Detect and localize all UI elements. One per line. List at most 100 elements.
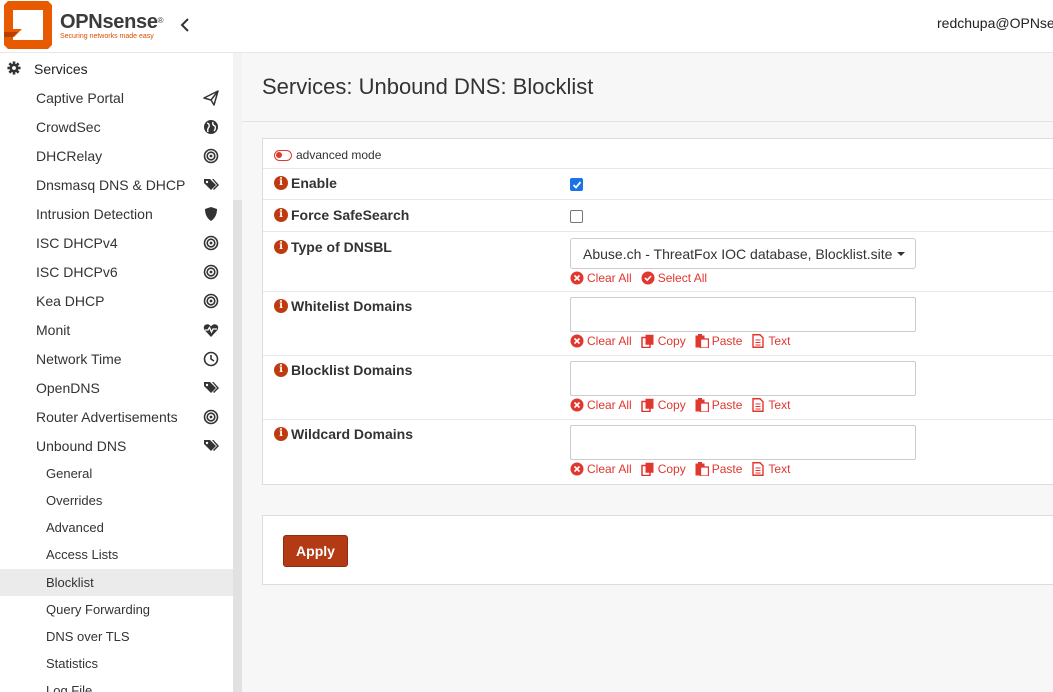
sidebar-subitem-label: Blocklist: [46, 575, 94, 590]
sidebar-item-label: Unbound DNS: [36, 438, 127, 454]
copy-icon: [640, 398, 654, 412]
sidebar-item-crowdsec[interactable]: CrowdSec: [0, 112, 233, 141]
sidebar-item-label: DHCRelay: [36, 148, 103, 164]
sidebar-item-router-advertisements[interactable]: Router Advertisements: [0, 402, 233, 431]
sidebar-item-label: Intrusion Detection: [36, 206, 153, 222]
caret-down-icon: [897, 252, 905, 256]
paste-icon: [695, 462, 709, 476]
paste-button[interactable]: Paste: [695, 398, 742, 412]
sidebar-scrollbar[interactable]: [233, 200, 242, 692]
sidebar-item-isc-dhcpv4[interactable]: ISC DHCPv4: [0, 228, 233, 257]
clear-all-label: Clear All: [587, 334, 632, 348]
blocklist-actions: Clear All Copy Paste Text: [570, 398, 799, 412]
sidebar-item-opendns[interactable]: OpenDNS: [0, 373, 233, 402]
info-icon[interactable]: i: [274, 176, 288, 190]
clear-all-button[interactable]: Clear All: [570, 334, 632, 348]
clear-all-button[interactable]: Clear All: [570, 271, 632, 285]
top-bar: OPNsense® Securing networks made easy re…: [0, 0, 1053, 53]
copy-button[interactable]: Copy: [640, 334, 686, 348]
text-button[interactable]: Text: [751, 398, 790, 412]
copy-icon: [640, 334, 654, 348]
copy-button[interactable]: Copy: [640, 398, 686, 412]
file-text-icon: [752, 334, 765, 348]
wildcard-actions: Clear All Copy Paste Text: [570, 462, 799, 476]
advanced-mode-toggle[interactable]: advanced mode: [274, 148, 381, 162]
sidebar-subitem-label: Log File: [46, 683, 93, 692]
check-circle-icon: [641, 271, 655, 285]
whitelist-input[interactable]: [570, 297, 916, 332]
select-all-label: Select All: [657, 271, 708, 285]
sidebar-item-dhcrelay[interactable]: DHCRelay: [0, 141, 233, 170]
brand-tagline: Securing networks made easy: [60, 33, 154, 40]
sidebar-item-label: ISC DHCPv4: [36, 235, 118, 251]
sidebar-subitem-advanced[interactable]: Advanced: [0, 514, 233, 541]
whitelist-label: Whitelist Domains: [291, 298, 413, 314]
type-of-dnsbl-select[interactable]: Abuse.ch - ThreatFox IOC database, Block…: [570, 238, 916, 269]
type-of-dnsbl-selected: Abuse.ch - ThreatFox IOC database, Block…: [583, 246, 893, 262]
text-label: Text: [768, 462, 791, 476]
sidebar-item-isc-dhcpv6[interactable]: ISC DHCPv6: [0, 257, 233, 286]
bullseye-icon: [203, 293, 219, 309]
info-icon[interactable]: i: [274, 427, 288, 441]
paste-icon: [695, 334, 709, 348]
sidebar-item-unbound-dns[interactable]: Unbound DNS: [0, 431, 233, 460]
info-icon[interactable]: i: [274, 208, 288, 222]
text-button[interactable]: Text: [751, 334, 790, 348]
opnsense-logo[interactable]: [4, 1, 52, 49]
wildcard-input[interactable]: [570, 425, 916, 460]
sidebar-subitem-label: Overrides: [46, 493, 103, 508]
sidebar-subitem-general[interactable]: General: [0, 460, 233, 487]
paste-button[interactable]: Paste: [695, 334, 742, 348]
paste-icon: [695, 398, 709, 412]
paste-button[interactable]: Paste: [695, 462, 742, 476]
clear-all-button[interactable]: Clear All: [570, 462, 632, 476]
sidebar-item-dnsmasq[interactable]: Dnsmasq DNS & DHCP: [0, 170, 233, 199]
sidebar-item-label: CrowdSec: [36, 119, 101, 135]
sidebar-subitem-access-lists[interactable]: Access Lists: [0, 541, 233, 568]
sidebar-subitem-label: DNS over TLS: [46, 629, 130, 644]
enable-checkbox[interactable]: [570, 178, 583, 191]
times-circle-icon: [570, 334, 584, 348]
sidebar-subitem-log-file[interactable]: Log File: [0, 677, 233, 692]
info-icon[interactable]: i: [274, 240, 288, 254]
text-button[interactable]: Text: [751, 462, 790, 476]
sidebar-scroll-track[interactable]: [233, 53, 242, 200]
sidebar-item-intrusion-detection[interactable]: Intrusion Detection: [0, 199, 233, 228]
apply-button[interactable]: Apply: [283, 535, 348, 567]
apply-panel: Apply: [262, 515, 1053, 585]
user-menu[interactable]: redchupa@OPNsense: [937, 15, 1053, 31]
info-icon[interactable]: i: [274, 299, 288, 313]
sidebar-subitem-label: Access Lists: [46, 547, 119, 562]
sidebar-subitem-label: Advanced: [46, 520, 104, 535]
sidebar-item-monit[interactable]: Monit: [0, 315, 233, 344]
sidebar-subitem-statistics[interactable]: Statistics: [0, 650, 233, 677]
times-circle-icon: [570, 462, 584, 476]
file-text-icon: [752, 462, 765, 476]
sidebar-subitem-overrides[interactable]: Overrides: [0, 487, 233, 514]
blocklist-input[interactable]: [570, 361, 916, 396]
sidebar-item-label: Captive Portal: [36, 90, 124, 106]
sidebar-item-label: Network Time: [36, 351, 122, 367]
sidebar-item-network-time[interactable]: Network Time: [0, 344, 233, 373]
sidebar-subitem-label: General: [46, 466, 93, 481]
sidebar-subitem-query-forwarding[interactable]: Query Forwarding: [0, 596, 233, 623]
toggle-icon: [274, 149, 292, 161]
sidebar-item-captive-portal[interactable]: Captive Portal: [0, 83, 233, 112]
bullseye-icon: [203, 235, 219, 251]
type-of-dnsbl-actions: Clear All Select All: [570, 271, 716, 285]
tags-icon: [204, 440, 219, 451]
chevron-left-icon[interactable]: [178, 16, 192, 34]
select-all-button[interactable]: Select All: [641, 271, 707, 285]
sidebar-subitem-dns-over-tls[interactable]: DNS over TLS: [0, 623, 233, 650]
force-safesearch-row: i Force SafeSearch: [263, 200, 1053, 232]
sidebar-item-label: Kea DHCP: [36, 293, 105, 309]
copy-button[interactable]: Copy: [640, 462, 686, 476]
sidebar-item-kea-dhcp[interactable]: Kea DHCP: [0, 286, 233, 315]
sidebar-subitem-blocklist[interactable]: Blocklist: [0, 569, 233, 596]
clock-icon: [203, 351, 219, 367]
sidebar-section-services[interactable]: Services: [0, 53, 233, 83]
info-icon[interactable]: i: [274, 363, 288, 377]
sidebar-item-label: Router Advertisements: [36, 409, 178, 425]
clear-all-button[interactable]: Clear All: [570, 398, 632, 412]
force-safesearch-checkbox[interactable]: [570, 210, 583, 223]
